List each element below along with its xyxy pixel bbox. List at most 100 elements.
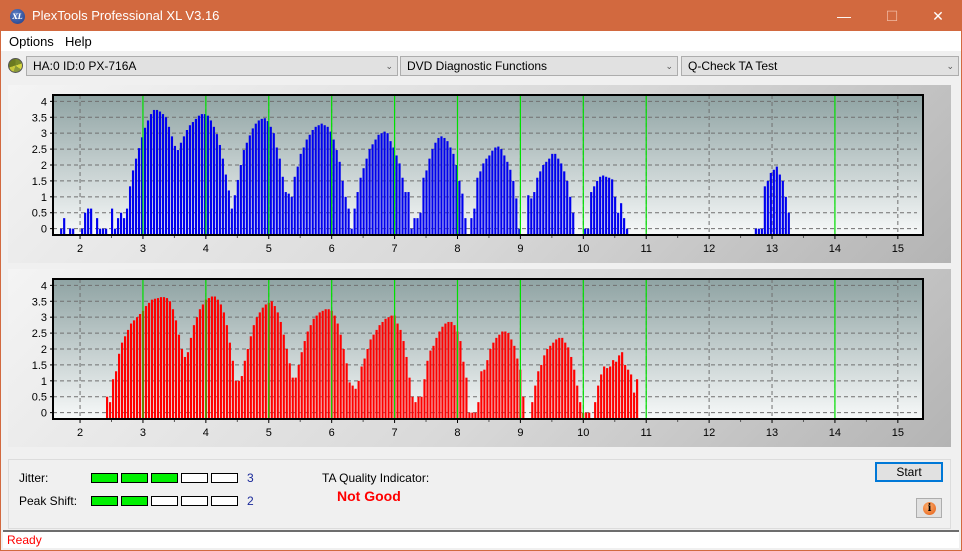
bar	[627, 369, 630, 419]
x-tick-label: 8	[454, 243, 460, 255]
bar	[327, 309, 330, 419]
bar	[483, 369, 486, 419]
bar	[167, 126, 171, 235]
bar	[501, 331, 504, 419]
y-tick-label: 0.5	[32, 392, 47, 404]
bar	[636, 379, 639, 419]
bar	[149, 114, 153, 235]
close-button[interactable]: ✕	[915, 1, 961, 31]
bar	[288, 363, 291, 419]
bar	[434, 142, 437, 235]
peak-shift-segment	[211, 496, 238, 506]
bar	[264, 304, 267, 419]
bar	[131, 170, 135, 235]
jitter-value: 3	[247, 471, 254, 485]
minimize-button[interactable]: —	[821, 1, 867, 31]
top-chart: 0 0.5 1 1.5 2 2.5 3 3.5 4 2 3 4 5 6 7 8 9 10 11 12 13 14 15	[32, 94, 924, 255]
bar	[404, 192, 407, 235]
bar	[617, 212, 620, 235]
bar	[479, 171, 482, 235]
bar	[429, 350, 432, 419]
app-logo-icon: XL	[10, 9, 25, 24]
bar	[249, 336, 252, 419]
bar	[407, 192, 410, 235]
x-tick-label: 10	[577, 427, 589, 439]
bar	[537, 371, 540, 419]
bar	[459, 341, 462, 419]
bar	[597, 385, 600, 419]
y-tick-label: 3	[41, 312, 47, 324]
bar	[377, 134, 380, 235]
bar	[278, 158, 281, 235]
menu-options[interactable]: Options	[9, 34, 54, 49]
bar	[239, 165, 242, 235]
bar	[516, 358, 519, 419]
bar	[536, 177, 539, 235]
bar	[174, 320, 178, 419]
test-select-value: Q-Check TA Test	[688, 59, 778, 73]
bar	[401, 177, 404, 235]
bar	[255, 317, 258, 419]
info-button[interactable]: i	[916, 498, 942, 518]
function-select[interactable]: DVD Diagnostic Functions ⌄	[400, 56, 678, 76]
peak-shift-segment	[151, 496, 178, 506]
disc-drive-icon	[8, 58, 23, 73]
bar	[368, 149, 371, 235]
bar	[138, 314, 142, 419]
bar	[336, 323, 339, 419]
bar	[446, 141, 449, 235]
bar	[347, 208, 350, 235]
bar	[285, 349, 288, 419]
bar	[506, 161, 509, 235]
bar	[596, 180, 599, 235]
bar	[111, 208, 114, 235]
bar	[564, 342, 567, 419]
maximize-button[interactable]: ☐	[869, 1, 915, 31]
bar	[338, 161, 341, 235]
bar	[237, 380, 240, 419]
bar	[561, 337, 564, 419]
x-tick-label: 13	[766, 427, 778, 439]
bar	[485, 158, 488, 235]
bar	[386, 133, 389, 235]
start-button[interactable]: Start	[875, 462, 943, 482]
bar	[224, 174, 227, 235]
bar	[438, 331, 441, 419]
y-tick-label: 3	[41, 128, 47, 140]
test-select[interactable]: Q-Check TA Test ⌄	[681, 56, 959, 76]
bar	[251, 128, 254, 235]
bar	[533, 192, 536, 235]
y-tick-label: 3.5	[32, 112, 47, 124]
bar	[462, 361, 465, 419]
bar	[63, 218, 66, 235]
bar	[548, 158, 551, 235]
x-tick-label: 2	[77, 243, 83, 255]
bar	[498, 334, 501, 419]
bar	[144, 306, 148, 419]
menu-help[interactable]: Help	[65, 34, 92, 49]
drive-select[interactable]: HA:0 ID:0 PX-716A ⌄	[26, 56, 398, 76]
bar	[129, 323, 133, 419]
peak-shift-value: 2	[247, 494, 254, 508]
bar	[270, 301, 273, 419]
bar	[165, 298, 169, 419]
bar	[191, 122, 195, 235]
bar	[106, 396, 109, 419]
bar	[210, 296, 213, 419]
bar	[504, 331, 507, 419]
y-tick-label: 2	[41, 344, 47, 356]
bar	[123, 336, 127, 419]
bar	[503, 155, 506, 235]
x-tick-label: 5	[266, 427, 272, 439]
bar	[594, 402, 597, 419]
peak-shift-segment	[91, 496, 118, 506]
bar	[143, 127, 147, 235]
bar	[555, 339, 558, 419]
bar	[326, 126, 329, 235]
bar	[623, 218, 626, 235]
bar	[342, 349, 345, 419]
bar	[522, 396, 525, 419]
bar	[162, 297, 166, 419]
bar	[152, 109, 156, 235]
bar	[240, 376, 243, 419]
